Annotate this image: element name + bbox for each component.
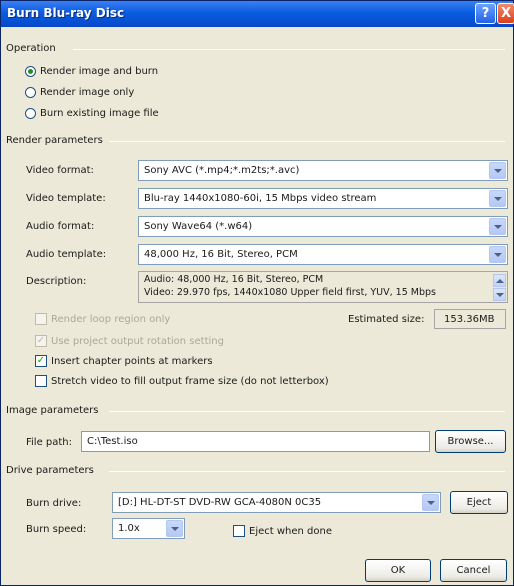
audio-template-label: Audio template: [26,249,107,260]
burn-bluray-dialog: Burn Blu-ray Disc ? X Operation Render i… [0,0,514,586]
render-loop-checkbox[interactable] [35,313,47,325]
estimated-size-value: 153.36MB [444,314,495,325]
description-video-line: Video: 29.970 fps, 1440x1080 Upper field… [144,287,436,298]
eject-when-done-label: Eject when done [249,526,332,537]
title-bar[interactable]: Burn Blu-ray Disc ? X [1,1,514,27]
render-and-burn-radio[interactable] [25,66,36,77]
video-format-select[interactable]: Sony AVC (*.mp4;*.m2ts;*.avc) [138,160,508,181]
eject-when-done-checkbox[interactable] [233,525,245,537]
chevron-down-icon[interactable] [489,218,506,235]
close-button[interactable]: X [497,3,514,24]
audio-template-value: 48,000 Hz, 16 Bit, Stereo, PCM [144,249,298,260]
burn-existing-radio[interactable] [25,108,36,119]
burn-speed-label: Burn speed: [26,524,87,535]
chevron-down-icon[interactable] [422,494,439,511]
audio-template-select[interactable]: 48,000 Hz, 16 Bit, Stereo, PCM [138,244,508,265]
video-template-value: Blu-ray 1440x1080-60i, 15 Mbps video str… [144,193,377,204]
audio-format-select[interactable]: Sony Wave64 (*.w64) [138,216,508,237]
window-title: Burn Blu-ray Disc [7,6,125,20]
scroll-up-icon[interactable] [493,274,506,287]
use-rotation-label: Use project output rotation setting [51,336,224,347]
help-icon: ? [481,6,490,21]
operation-group-label: Operation [6,43,56,54]
burn-speed-select[interactable]: 1.0x [112,518,185,539]
eject-button[interactable]: Eject [450,491,508,514]
video-template-label: Video template: [26,193,106,204]
estimated-size-box: 153.36MB [434,309,506,329]
scroll-down-icon[interactable] [493,288,506,301]
insert-chapters-checkbox[interactable]: ✓ [35,355,47,367]
audio-format-label: Audio format: [26,221,95,232]
burn-existing-label[interactable]: Burn existing image file [40,108,159,119]
burn-drive-value: [D:] HL-DT-ST DVD-RW GCA-4080N 0C35 [118,497,322,508]
file-path-value: C:\Test.iso [87,436,138,447]
close-icon: X [500,6,512,21]
video-format-value: Sony AVC (*.mp4;*.m2ts;*.avc) [144,165,300,176]
file-path-label: File path: [26,437,73,448]
browse-button[interactable]: Browse... [435,430,506,453]
description-label: Description: [26,276,87,287]
image-parameters-divider [109,411,505,412]
render-and-burn-label[interactable]: Render image and burn [40,66,158,77]
render-parameters-divider [109,141,505,142]
video-template-select[interactable]: Blu-ray 1440x1080-60i, 15 Mbps video str… [138,188,508,209]
audio-format-value: Sony Wave64 (*.w64) [144,221,253,232]
chevron-down-icon[interactable] [489,246,506,263]
stretch-video-checkbox[interactable] [35,375,47,387]
description-box: Audio: 48,000 Hz, 16 Bit, Stereo, PCM Vi… [138,271,508,303]
description-audio-line: Audio: 48,000 Hz, 16 Bit, Stereo, PCM [144,274,324,285]
burn-speed-value: 1.0x [118,523,140,534]
chevron-down-icon[interactable] [489,162,506,179]
render-only-label[interactable]: Render image only [40,87,134,98]
render-loop-label: Render loop region only [51,314,171,325]
drive-parameters-divider [109,471,505,472]
estimated-size-label: Estimated size: [348,314,425,325]
render-only-radio[interactable] [25,87,36,98]
ok-button[interactable]: OK [365,559,431,582]
operation-group-divider [73,49,505,50]
cancel-button[interactable]: Cancel [440,559,507,582]
use-rotation-checkbox[interactable]: ✓ [35,335,47,347]
burn-drive-select[interactable]: [D:] HL-DT-ST DVD-RW GCA-4080N 0C35 [112,492,441,513]
render-parameters-label: Render parameters [6,135,103,146]
image-parameters-label: Image parameters [6,405,99,416]
insert-chapters-label: Insert chapter points at markers [51,356,213,367]
drive-parameters-label: Drive parameters [6,465,94,476]
file-path-input[interactable]: C:\Test.iso [81,431,430,452]
chevron-down-icon[interactable] [489,190,506,207]
stretch-video-label: Stretch video to fill output frame size … [51,376,329,387]
help-button[interactable]: ? [475,3,496,24]
chevron-down-icon[interactable] [166,520,183,537]
video-format-label: Video format: [26,165,94,176]
burn-drive-label: Burn drive: [26,498,82,509]
